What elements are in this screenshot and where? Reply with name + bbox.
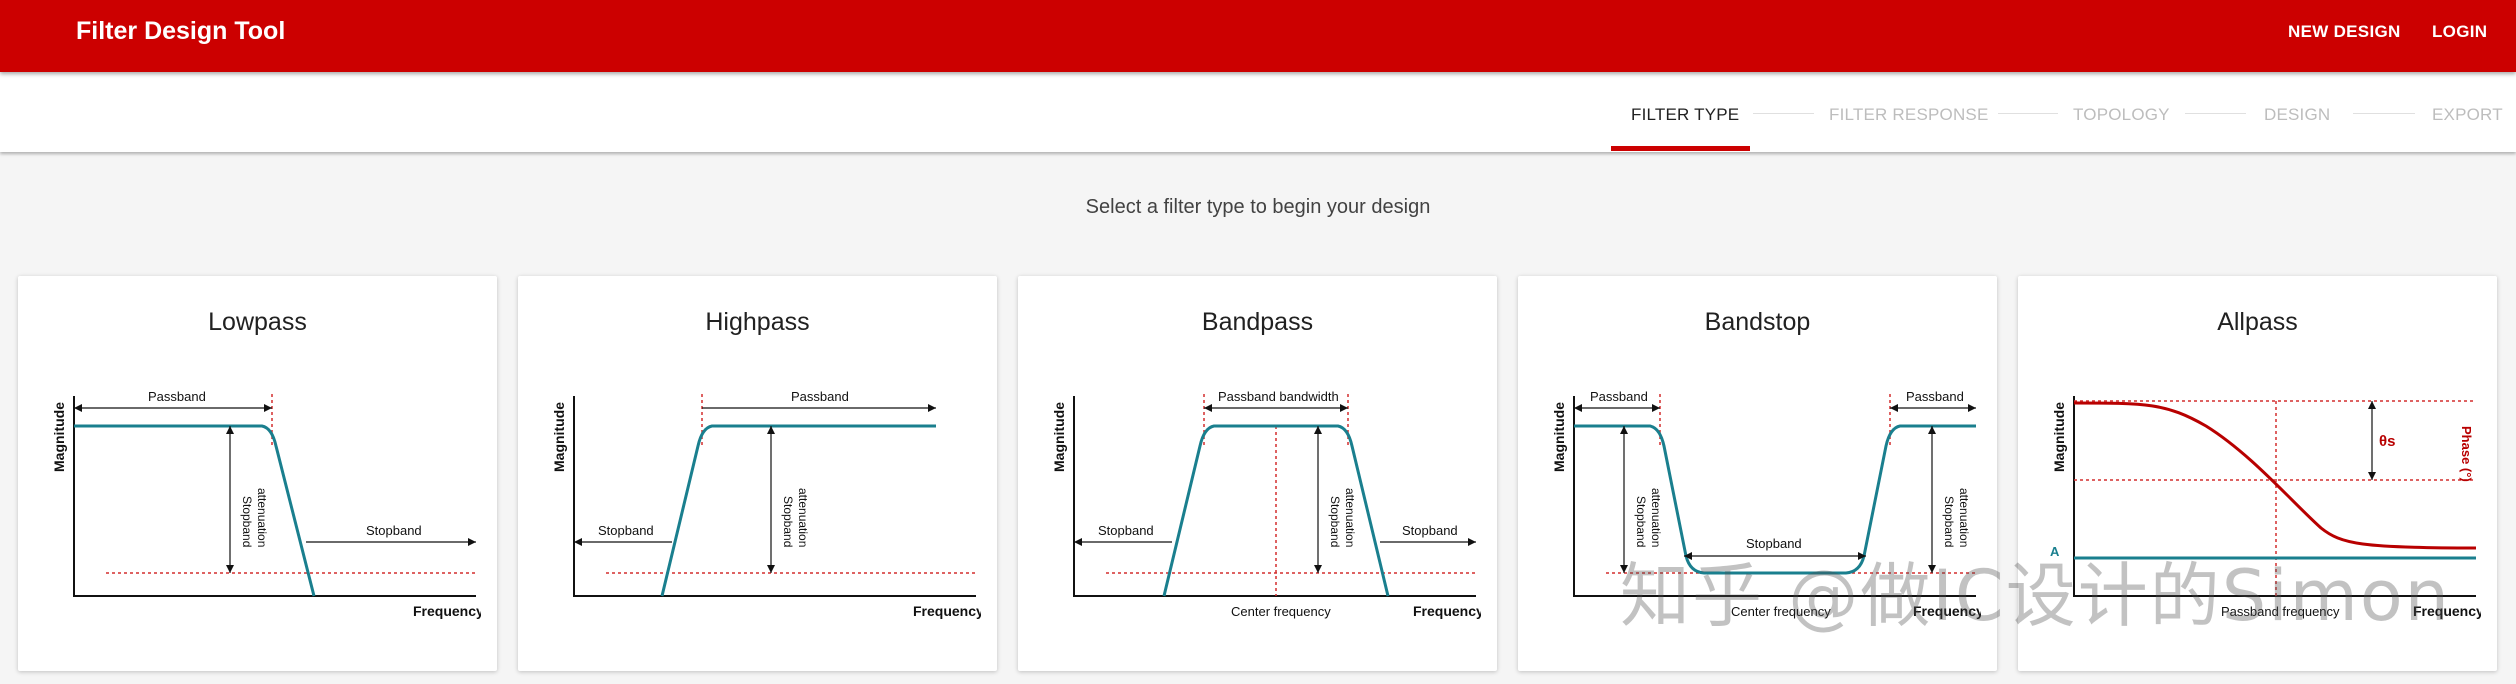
atten-label: Stopband — [1328, 496, 1342, 547]
login-button[interactable]: LOGIN — [2432, 22, 2487, 42]
card-title: Lowpass — [208, 308, 307, 336]
highpass-response-diagram: Passband Stopband Stopband attenuation M… — [551, 389, 981, 619]
atten-label: attenuation — [1957, 488, 1971, 547]
phase-axis-label: Phase (°) — [2459, 426, 2474, 482]
bandstop-response-diagram: Passband Passband Stopband Stopband atte… — [1551, 389, 1981, 619]
atten-label: attenuation — [1343, 488, 1357, 547]
passband-frequency-label: Passband frequency — [2221, 604, 2340, 619]
magnitude-axis-label: Magnitude — [1051, 402, 1067, 472]
atten-label: attenuation — [1649, 488, 1663, 547]
card-title: Bandstop — [1704, 308, 1811, 336]
atten-label: Stopband — [1942, 496, 1956, 547]
active-step-indicator — [1611, 146, 1750, 151]
magnitude-axis-label: Magnitude — [2051, 402, 2067, 472]
magnitude-axis-label: Magnitude — [51, 402, 67, 472]
magnitude-axis-label: Magnitude — [1551, 402, 1567, 472]
atten-label: Stopband — [1634, 496, 1648, 547]
step-filter-response[interactable]: FILTER RESPONSE — [1829, 105, 1989, 125]
stopband-label: Stopband — [1098, 523, 1154, 538]
card-title: Highpass — [705, 308, 810, 336]
atten-label: attenuation — [255, 488, 269, 547]
atten-label: attenuation — [796, 488, 810, 547]
center-frequency-label: Center frequency — [1731, 604, 1831, 619]
step-topology[interactable]: TOPOLOGY — [2073, 105, 2170, 125]
magnitude-axis-label: Magnitude — [551, 402, 567, 472]
amplitude-label: A — [2050, 544, 2060, 559]
frequency-axis-label: Frequency — [413, 603, 481, 619]
passband-label: Passband — [1906, 389, 1964, 404]
step-export[interactable]: EXPORT — [2432, 105, 2503, 125]
step-design[interactable]: DESIGN — [2264, 105, 2330, 125]
stopband-label: Stopband — [1402, 523, 1458, 538]
frequency-axis-label: Frequency — [1913, 603, 1981, 619]
card-title: Bandpass — [1201, 308, 1314, 336]
center-frequency-label: Center frequency — [1231, 604, 1331, 619]
app-title[interactable]: Filter Design Tool — [76, 17, 285, 46]
allpass-response-diagram: θs A Passband frequency Magnitude Phase … — [2050, 396, 2481, 619]
filter-card-bandpass[interactable]: Bandpass Passband bandwidth Stopband Sto… — [1018, 276, 1497, 671]
bandpass-response-diagram: Passband bandwidth Stopband Stopband Sto… — [1051, 389, 1481, 619]
filter-card-lowpass[interactable]: Lowpass Passband Stopband Stopband atten… — [18, 276, 497, 671]
atten-label: Stopband — [240, 496, 254, 547]
frequency-axis-label: Frequency — [913, 603, 981, 619]
design-stepper: FILTER TYPE FILTER RESPONSE TOPOLOGY DES… — [0, 72, 2516, 152]
page-subtitle: Select a filter type to begin your desig… — [1085, 196, 1431, 218]
step-filter-type[interactable]: FILTER TYPE — [1631, 105, 1739, 125]
filter-card-highpass[interactable]: Highpass Passband Stopband Stopband atte… — [518, 276, 997, 671]
filter-card-bandstop[interactable]: Bandstop Passband Passband Stopband Stop… — [1518, 276, 1997, 671]
stopband-label: Stopband — [598, 523, 654, 538]
lowpass-response-diagram: Passband Stopband Stopband attenuation M… — [51, 389, 481, 619]
theta-label: θs — [2379, 433, 2395, 450]
passband-label: Passband — [1590, 389, 1648, 404]
step-connector — [2185, 113, 2246, 114]
atten-label: Stopband — [781, 496, 795, 547]
step-connector — [1753, 113, 1814, 114]
passband-label: Passband — [148, 389, 206, 404]
filter-card-allpass[interactable]: Allpass θs A Passband frequency Magnitud… — [2018, 276, 2497, 671]
app-bar: Filter Design Tool NEW DESIGN LOGIN — [0, 0, 2516, 72]
frequency-axis-label: Frequency — [1413, 603, 1481, 619]
new-design-button[interactable]: NEW DESIGN — [2288, 22, 2401, 42]
step-connector — [2353, 113, 2415, 114]
card-title: Allpass — [2217, 308, 2298, 336]
passband-bandwidth-label: Passband bandwidth — [1218, 389, 1339, 404]
step-connector — [1998, 113, 2058, 114]
stopband-label: Stopband — [1746, 536, 1802, 551]
frequency-axis-label: Frequency — [2413, 603, 2481, 619]
stopband-label: Stopband — [366, 523, 422, 538]
passband-label: Passband — [791, 389, 849, 404]
